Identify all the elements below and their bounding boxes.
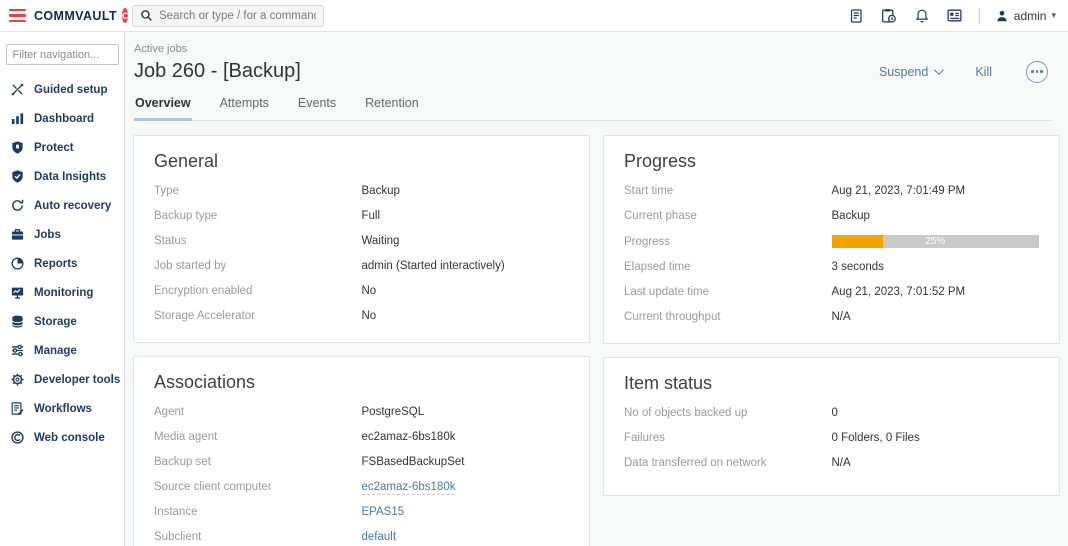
progress-percent-label: 25%	[832, 235, 1040, 248]
detail-row: Progress 25%	[624, 235, 1039, 248]
hamburger-menu-icon[interactable]	[0, 9, 34, 23]
general-card-title: General	[154, 151, 569, 172]
item-status-card-title: Item status	[624, 373, 1039, 394]
subclient-link[interactable]: default	[362, 531, 570, 543]
tab-bar: Overview Attempts Events Retention	[134, 96, 1052, 121]
detail-row: Media agentec2amaz-6bs180k	[154, 431, 569, 443]
progress-card: Progress Start timeAug 21, 2023, 7:01:49…	[603, 135, 1060, 344]
sidebar-item-guided-setup[interactable]: Guided setup	[0, 75, 124, 104]
sidebar-item-dashboard[interactable]: Dashboard	[0, 104, 124, 133]
auto-recovery-icon	[10, 198, 25, 213]
search-input[interactable]	[159, 10, 316, 22]
brand-wordmark: COMMVAULT	[34, 9, 117, 23]
detail-row: Elapsed time3 seconds	[624, 261, 1039, 273]
detail-row: Storage AcceleratorNo	[154, 310, 569, 322]
guided-setup-icon	[10, 82, 25, 97]
release-notes-icon[interactable]	[847, 7, 865, 25]
apps-grid-icon[interactable]	[946, 7, 964, 25]
brand-logo: COMMVAULT C	[34, 8, 126, 23]
detail-row: Encryption enabledNo	[154, 285, 569, 297]
top-bar: COMMVAULT C admin ▾	[0, 0, 1068, 32]
sidebar-item-workflows[interactable]: Workflows	[0, 394, 124, 423]
item-status-card: Item status No of objects backed up0 Fai…	[603, 357, 1060, 496]
workflows-icon	[10, 401, 25, 416]
web-console-icon	[10, 430, 25, 445]
associations-card-title: Associations	[154, 372, 569, 393]
detail-row: Current throughputN/A	[624, 311, 1039, 323]
instance-link[interactable]: EPAS15	[362, 506, 570, 518]
page-title: Job 260 - [Backup]	[134, 60, 301, 83]
sidebar-item-monitoring[interactable]: Monitoring	[0, 278, 124, 307]
suspend-caret-icon	[934, 65, 944, 75]
reports-icon	[10, 256, 25, 271]
tab-events[interactable]: Events	[297, 96, 337, 121]
more-options-button[interactable]	[1026, 61, 1048, 83]
notifications-bell-icon[interactable]	[913, 7, 931, 25]
sidebar-item-jobs[interactable]: Jobs	[0, 220, 124, 249]
tab-retention[interactable]: Retention	[364, 96, 420, 121]
sidebar-item-storage[interactable]: Storage	[0, 307, 124, 336]
detail-row: Backup setFSBasedBackupSet	[154, 456, 569, 468]
sidebar-nav: Guided setup Dashboard Protect Data Insi…	[0, 32, 125, 546]
command-search[interactable]	[132, 5, 324, 27]
user-caret-icon: ▾	[1051, 10, 1056, 21]
developer-tools-icon	[10, 372, 25, 387]
associations-card: Associations AgentPostgreSQL Media agent…	[133, 356, 590, 546]
source-client-link[interactable]: ec2amaz-6bs180k	[362, 481, 570, 493]
detail-row: Job started byadmin (Started interactive…	[154, 260, 569, 272]
kill-button[interactable]: Kill	[975, 65, 992, 79]
detail-row: No of objects backed up0	[624, 407, 1039, 419]
main-content: Active jobs Job 260 - [Backup] Suspend K…	[125, 32, 1068, 546]
detail-row: InstanceEPAS15	[154, 506, 569, 518]
sidebar-item-web-console[interactable]: Web console	[0, 423, 124, 452]
user-menu[interactable]: admin ▾	[995, 9, 1056, 23]
detail-row: Failures0 Folders, 0 Files	[624, 432, 1039, 444]
detail-row: Current phaseBackup	[624, 210, 1039, 222]
tab-attempts[interactable]: Attempts	[219, 96, 270, 121]
ellipsis-icon	[1031, 70, 1043, 73]
general-card: General TypeBackup Backup typeFull Statu…	[133, 135, 590, 343]
jobs-icon	[10, 227, 25, 242]
user-icon	[995, 9, 1009, 23]
sidebar-item-manage[interactable]: Manage	[0, 336, 124, 365]
progress-bar: 25%	[832, 235, 1040, 248]
user-name: admin	[1014, 9, 1047, 23]
detail-row: Subclientdefault	[154, 531, 569, 543]
progress-card-title: Progress	[624, 151, 1039, 172]
sidebar-item-reports[interactable]: Reports	[0, 249, 124, 278]
detail-row: Source client computerec2amaz-6bs180k	[154, 481, 569, 493]
sidebar-item-data-insights[interactable]: Data Insights	[0, 162, 124, 191]
suspend-button[interactable]: Suspend	[879, 65, 941, 79]
protect-icon	[10, 140, 25, 155]
sidebar-item-protect[interactable]: Protect	[0, 133, 124, 162]
filter-navigation-input[interactable]	[6, 44, 119, 65]
header-divider	[979, 8, 980, 24]
job-summary-icon[interactable]	[880, 7, 898, 25]
monitoring-icon	[10, 285, 25, 300]
detail-row: AgentPostgreSQL	[154, 406, 569, 418]
data-insights-icon	[10, 169, 25, 184]
search-icon	[140, 9, 153, 22]
detail-row: StatusWaiting	[154, 235, 569, 247]
detail-row: Backup typeFull	[154, 210, 569, 222]
dashboard-icon	[10, 111, 25, 126]
job-status-value: Waiting	[362, 235, 570, 247]
detail-row: Start timeAug 21, 2023, 7:01:49 PM	[624, 185, 1039, 197]
detail-row: Data transferred on networkN/A	[624, 457, 1039, 469]
commvault-logo-icon: C	[122, 8, 129, 23]
detail-row: Last update timeAug 21, 2023, 7:01:52 PM	[624, 286, 1039, 298]
detail-row: TypeBackup	[154, 185, 569, 197]
manage-icon	[10, 343, 25, 358]
storage-icon	[10, 314, 25, 329]
breadcrumb[interactable]: Active jobs	[134, 43, 1052, 55]
sidebar-item-developer-tools[interactable]: Developer tools	[0, 365, 124, 394]
sidebar-item-auto-recovery[interactable]: Auto recovery	[0, 191, 124, 220]
tab-overview[interactable]: Overview	[134, 96, 192, 121]
